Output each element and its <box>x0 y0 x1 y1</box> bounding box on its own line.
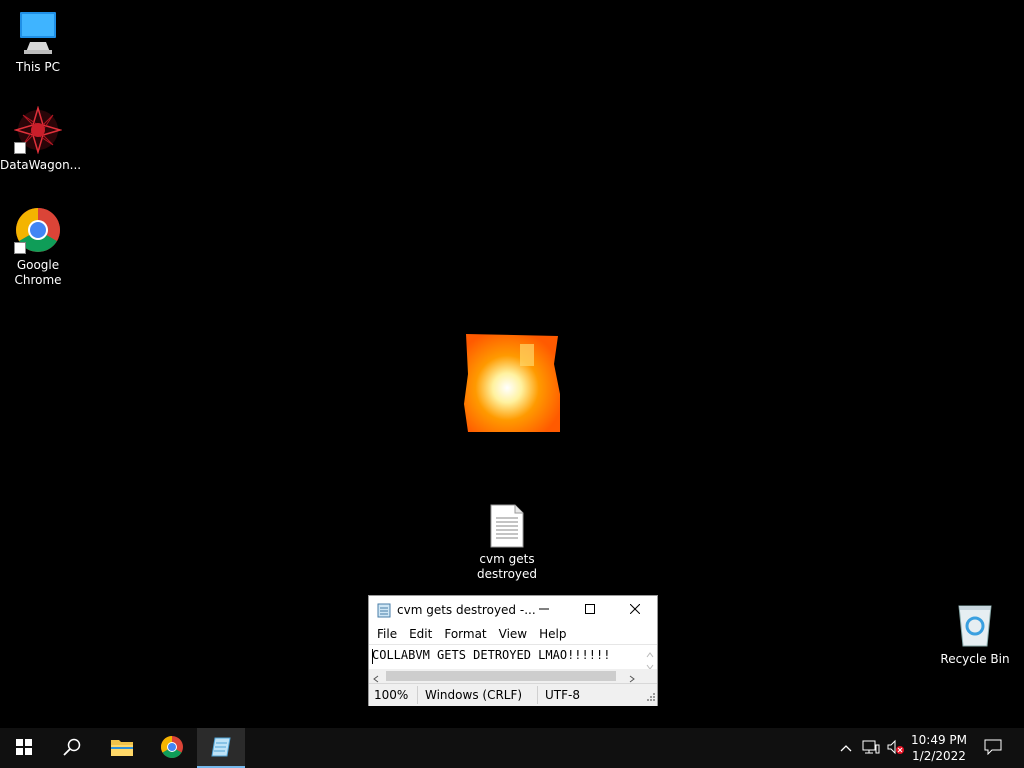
taskbar: 10:49 PM 1/2/2022 <box>0 728 1024 768</box>
chrome-icon <box>14 206 62 254</box>
menu-format[interactable]: Format <box>438 624 492 644</box>
desktop-icon-label: Google Chrome <box>14 258 62 287</box>
menu-file[interactable]: File <box>371 624 403 644</box>
maximize-button[interactable] <box>567 596 613 624</box>
desktop-icon-this-pc[interactable]: This PC <box>0 8 76 75</box>
network-icon <box>862 739 880 758</box>
start-button[interactable] <box>0 728 48 768</box>
status-zoom: 100% <box>374 688 409 702</box>
clock-time: 10:49 PM <box>911 733 967 747</box>
desktop: This PC DataWagon... Google Chrome cvm g… <box>0 0 1024 728</box>
datawagon-icon <box>13 105 63 155</box>
editor-text: COLLABVM GETS DETROYED LMAO!!!!!! <box>372 648 611 662</box>
status-bar: 100% Windows (CRLF) UTF-8 <box>369 683 657 706</box>
this-pc-icon <box>14 8 62 56</box>
desktop-icon-text-file[interactable]: cvm gets destroyed <box>469 504 545 582</box>
menu-edit[interactable]: Edit <box>403 624 438 644</box>
chevron-up-icon <box>840 741 852 755</box>
horizontal-scrollbar[interactable] <box>369 669 657 683</box>
shortcut-arrow-icon <box>14 142 26 154</box>
burning-image <box>462 334 562 434</box>
desktop-icon-datawagon[interactable]: DataWagon... <box>0 105 82 173</box>
desktop-icon-label: This PC <box>16 60 60 74</box>
folder-icon <box>110 737 134 760</box>
window-title: cvm gets destroyed -... <box>397 603 536 617</box>
notepad-icon <box>377 602 391 618</box>
status-line-ending: Windows (CRLF) <box>425 688 523 702</box>
show-hidden-icons-button[interactable] <box>836 728 856 768</box>
resize-grip-icon[interactable] <box>646 691 656 705</box>
chrome-icon <box>160 735 184 762</box>
close-button[interactable] <box>612 596 658 624</box>
scrollbar-thumb[interactable] <box>386 671 616 681</box>
menu-bar: File Edit Format View Help <box>369 624 657 644</box>
notification-icon <box>984 739 1002 758</box>
desktop-icon-label: cvm gets destroyed <box>476 552 538 581</box>
taskbar-file-explorer[interactable] <box>98 728 146 768</box>
taskbar-notepad[interactable] <box>197 728 245 768</box>
maximize-icon <box>585 603 595 617</box>
title-bar[interactable]: cvm gets destroyed -... <box>369 596 657 624</box>
text-file-icon <box>487 504 527 548</box>
notepad-window[interactable]: cvm gets destroyed -... File Edit Format <box>368 595 658 706</box>
text-caret <box>372 649 373 664</box>
action-center-button[interactable] <box>978 728 1008 768</box>
status-encoding: UTF-8 <box>545 688 580 702</box>
minimize-button[interactable] <box>521 596 567 624</box>
desktop-icon-label: DataWagon... <box>0 158 82 172</box>
taskbar-chrome[interactable] <box>148 728 196 768</box>
volume-muted-icon <box>886 739 904 758</box>
system-clock[interactable]: 10:49 PM 1/2/2022 <box>906 732 972 764</box>
desktop-icon-label: Recycle Bin <box>940 652 1010 666</box>
menu-help[interactable]: Help <box>533 624 572 644</box>
desktop-icon-chrome[interactable]: Google Chrome <box>0 206 76 288</box>
windows-logo-icon <box>16 738 32 758</box>
status-divider <box>417 686 418 704</box>
search-icon <box>63 738 81 759</box>
vertical-scrollbar[interactable] <box>643 645 657 670</box>
text-editor-area[interactable]: COLLABVM GETS DETROYED LMAO!!!!!! <box>369 644 657 670</box>
recycle-bin-icon <box>951 600 999 648</box>
minimize-icon <box>539 603 549 617</box>
menu-view[interactable]: View <box>493 624 533 644</box>
close-icon <box>629 603 641 617</box>
network-button[interactable] <box>860 728 882 768</box>
desktop-icon-recycle-bin[interactable]: Recycle Bin <box>937 600 1013 667</box>
notepad-icon <box>210 736 232 761</box>
clock-date: 1/2/2022 <box>912 749 966 763</box>
search-button[interactable] <box>48 728 96 768</box>
shortcut-arrow-icon <box>14 242 26 254</box>
status-divider <box>537 686 538 704</box>
volume-button[interactable] <box>884 728 906 768</box>
